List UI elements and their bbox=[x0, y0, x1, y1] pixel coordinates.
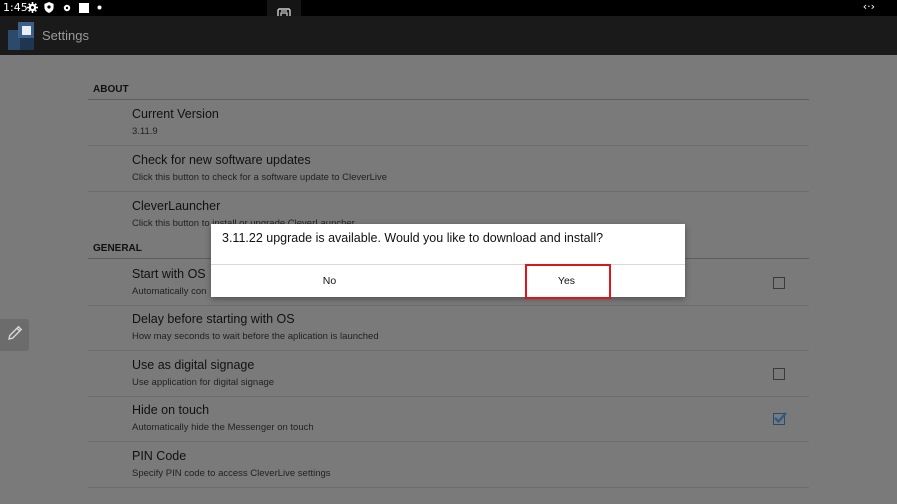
digital-signage-checkbox[interactable] bbox=[773, 368, 785, 380]
upgrade-dialog: 3.11.22 upgrade is available. Would you … bbox=[211, 224, 685, 297]
yes-button-highlight bbox=[525, 264, 611, 299]
no-button[interactable]: No bbox=[211, 265, 448, 297]
section-header-about: ABOUT bbox=[88, 80, 809, 100]
pref-title: PIN Code bbox=[132, 449, 187, 463]
app-logo-icon bbox=[8, 20, 36, 50]
pencil-icon bbox=[6, 324, 24, 346]
pref-digital-signage[interactable]: Use as digital signage Use application f… bbox=[88, 352, 809, 397]
checkmark-icon bbox=[774, 412, 787, 424]
pref-summary: Automatically con bbox=[132, 286, 207, 297]
hide-on-touch-checkbox[interactable] bbox=[773, 412, 787, 425]
pref-hide-on-touch[interactable]: Hide on touch Automatically hide the Mes… bbox=[88, 397, 809, 442]
pref-pin-code[interactable]: PIN Code Specify PIN code to access Clev… bbox=[88, 443, 809, 488]
code-arrows-icon: ‹·› bbox=[862, 0, 875, 13]
pref-title: Check for new software updates bbox=[132, 153, 311, 167]
pref-check-updates[interactable]: Check for new software updates Click thi… bbox=[88, 147, 809, 192]
pref-summary: How may seconds to wait before the aplic… bbox=[132, 331, 379, 342]
gear-icon bbox=[27, 2, 38, 13]
shield-icon bbox=[43, 2, 54, 13]
pref-summary: Specify PIN code to access CleverLive se… bbox=[132, 468, 331, 479]
pref-current-version[interactable]: Current Version 3.11.9 bbox=[88, 101, 809, 146]
start-with-os-checkbox[interactable] bbox=[773, 277, 785, 289]
pref-summary: Use application for digital signage bbox=[132, 377, 275, 388]
pref-delay-start[interactable]: Delay before starting with OS How may se… bbox=[88, 306, 809, 351]
pref-title: CleverLauncher bbox=[132, 199, 221, 213]
small-gear-icon bbox=[61, 2, 72, 13]
pref-title: Start with OS bbox=[132, 267, 206, 281]
page-title: Settings bbox=[42, 28, 89, 43]
action-bar: Settings bbox=[0, 16, 897, 55]
status-time: 1:45 bbox=[3, 1, 28, 14]
pref-summary: Click this button to check for a softwar… bbox=[132, 172, 388, 183]
dialog-message: 3.11.22 upgrade is available. Would you … bbox=[222, 231, 604, 245]
pref-summary: Automatically hide the Messenger on touc… bbox=[132, 422, 314, 433]
pref-title: Use as digital signage bbox=[132, 358, 255, 372]
pref-summary: 3.11.9 bbox=[132, 126, 158, 137]
square-icon bbox=[78, 2, 89, 13]
pref-title: Current Version bbox=[132, 107, 219, 121]
pref-title: Hide on touch bbox=[132, 403, 210, 417]
dot-icon bbox=[94, 2, 105, 13]
edit-side-tab[interactable] bbox=[0, 319, 29, 351]
status-bar: 1:45 ‹·› bbox=[0, 0, 897, 16]
pref-title: Delay before starting with OS bbox=[132, 312, 295, 326]
